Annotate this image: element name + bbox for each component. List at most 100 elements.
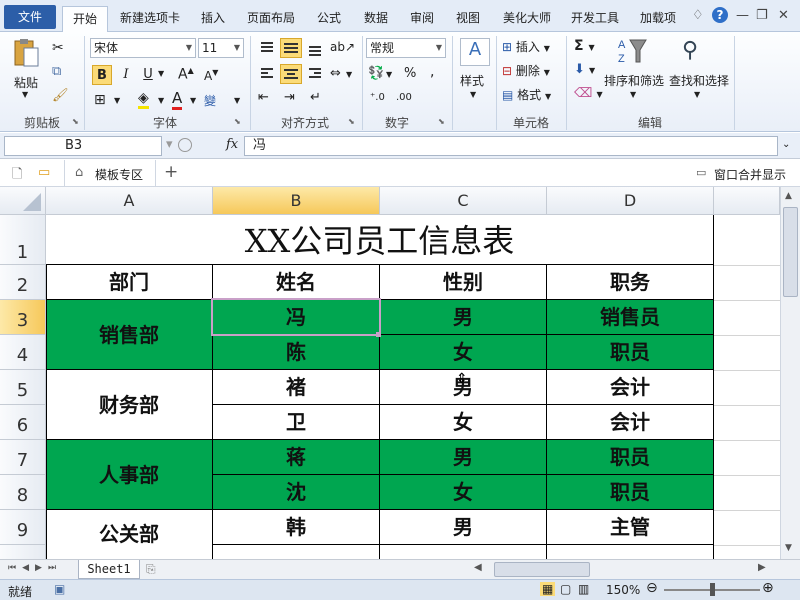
gender-cell[interactable]: 男 xyxy=(380,510,547,545)
horizontal-scroll-thumb[interactable] xyxy=(494,562,590,577)
scroll-right-icon[interactable]: ▶ xyxy=(758,562,766,573)
border-dropdown-icon[interactable]: ▼ xyxy=(114,96,120,105)
gender-cell[interactable]: 女 xyxy=(380,475,547,510)
tab-new-tab[interactable]: 新建选项卡 xyxy=(112,6,188,32)
font-color-dropdown-icon[interactable]: ▼ xyxy=(190,96,196,105)
percent-icon[interactable]: % xyxy=(404,66,416,81)
align-center-icon[interactable] xyxy=(280,64,302,84)
tab-insert[interactable]: 插入 xyxy=(192,6,234,32)
number-format-combo[interactable]: 常规 ▼ xyxy=(366,38,446,58)
insert-sheet-icon[interactable]: ⎘ xyxy=(146,562,156,577)
copy-icon[interactable]: ⧉ xyxy=(52,64,61,79)
orientation-icon[interactable]: ab↗ xyxy=(330,40,355,54)
align-middle-icon[interactable] xyxy=(280,38,302,58)
row-header-1[interactable]: 1 xyxy=(0,215,46,265)
scroll-down-icon[interactable]: ▼ xyxy=(785,543,792,553)
tab-data[interactable]: 数据 xyxy=(356,6,396,32)
vertical-scroll-thumb[interactable] xyxy=(783,207,798,297)
merge-window-button[interactable]: 窗口合并显示 xyxy=(714,166,786,183)
folder-icon[interactable]: ▭ xyxy=(38,165,50,180)
sheet-nav-icons[interactable]: ⏮◀▶⏭ xyxy=(8,563,62,573)
gender-cell[interactable] xyxy=(380,545,547,559)
gender-cell[interactable]: 男 xyxy=(380,300,547,335)
gender-cell[interactable]: 男 xyxy=(380,440,547,475)
sort-filter-button[interactable]: 排序和筛选 xyxy=(604,72,664,89)
department-cell[interactable]: 财务部 xyxy=(46,370,213,440)
accounting-icon[interactable]: 💱 xyxy=(368,66,384,81)
macro-record-icon[interactable]: ▣ xyxy=(54,582,65,596)
help-icon[interactable]: ? xyxy=(712,7,728,23)
align-left-icon[interactable] xyxy=(258,66,276,80)
role-cell[interactable]: 主管 xyxy=(547,510,714,545)
page-break-view-icon[interactable]: ▥ xyxy=(578,582,589,596)
row-header-5[interactable]: 5 xyxy=(0,370,46,405)
clear-icon[interactable]: ⌫ ▼ xyxy=(574,86,603,101)
row-header-2[interactable]: 2 xyxy=(0,265,46,300)
sort-filter-icon[interactable]: AZ xyxy=(618,36,648,71)
gender-cell[interactable]: 女 xyxy=(380,335,547,370)
border-icon[interactable]: ⊞ xyxy=(94,92,106,108)
role-cell[interactable]: 会计 xyxy=(547,405,714,440)
name-box[interactable]: B3 xyxy=(4,136,162,156)
header-cell-name[interactable]: 姓名 xyxy=(213,265,380,300)
minimize-icon[interactable]: — xyxy=(736,8,749,23)
tab-developer[interactable]: 开发工具 xyxy=(564,6,626,32)
zoom-out-icon[interactable]: ⊖ xyxy=(646,580,658,596)
role-cell[interactable]: 销售员 xyxy=(547,300,714,335)
name-cell[interactable]: 陈 xyxy=(213,335,380,370)
italic-button[interactable]: I xyxy=(116,65,136,85)
fx-icon[interactable]: fx xyxy=(226,137,238,152)
phonetic-icon[interactable]: 變 xyxy=(204,92,216,109)
format-cells-button[interactable]: ▤ 格式 ▼ xyxy=(502,86,551,103)
find-select-button[interactable]: 查找和选择 xyxy=(668,72,730,89)
row-header-9[interactable]: 9 xyxy=(0,510,46,545)
row-header-4[interactable]: 4 xyxy=(0,335,46,370)
name-cell[interactable]: 卫 xyxy=(213,405,380,440)
styles-icon[interactable]: A xyxy=(460,38,490,66)
find-select-dropdown-icon[interactable]: ▼ xyxy=(694,90,700,99)
align-launcher-icon[interactable]: ⬊ xyxy=(348,117,355,126)
merge-center-icon[interactable]: ⇔ xyxy=(330,66,341,81)
align-right-icon[interactable] xyxy=(306,66,324,80)
role-cell[interactable]: 职员 xyxy=(547,440,714,475)
styles-button[interactable]: 样式 xyxy=(460,72,484,89)
phonetic-dropdown-icon[interactable]: ▼ xyxy=(234,96,240,105)
tab-addins[interactable]: 加载项 xyxy=(632,6,684,32)
paste-dropdown-icon[interactable]: ▼ xyxy=(22,90,28,99)
format-painter-icon[interactable]: 🖌 xyxy=(52,88,69,103)
paste-icon[interactable] xyxy=(10,38,44,67)
window-merge-icon[interactable]: ▭ xyxy=(696,166,706,179)
expand-formula-bar-icon[interactable]: ⌄ xyxy=(782,139,790,150)
number-launcher-icon[interactable]: ⬊ xyxy=(438,117,445,126)
increase-indent-icon[interactable]: ⇥ xyxy=(284,90,295,105)
font-color-icon[interactable]: A xyxy=(172,89,183,110)
grow-font-icon[interactable]: A▲ xyxy=(178,66,194,83)
underline-button[interactable]: U xyxy=(138,65,158,85)
font-name-combo[interactable]: 宋体 ▼ xyxy=(90,38,196,58)
row-header-7[interactable]: 7 xyxy=(0,440,46,475)
zoom-slider-thumb[interactable] xyxy=(710,583,715,596)
increase-decimal-icon[interactable]: ⁺.0 xyxy=(370,92,385,103)
autosum-icon[interactable]: Σ ▼ xyxy=(574,38,595,54)
name-cell[interactable] xyxy=(213,545,380,559)
header-cell-gender[interactable]: 性别 xyxy=(380,265,547,300)
paste-button[interactable]: 粘贴 xyxy=(14,74,38,91)
wrap-text-icon[interactable]: ↵ xyxy=(310,90,321,105)
scroll-left-icon[interactable]: ◀ xyxy=(474,562,482,573)
row-header-6[interactable]: 6 xyxy=(0,405,46,440)
new-document-icon[interactable]: 🗋 xyxy=(12,165,22,187)
department-cell[interactable]: 公关部 xyxy=(46,510,213,559)
tab-beautify[interactable]: 美化大师 xyxy=(494,6,560,32)
tab-view[interactable]: 视图 xyxy=(448,6,488,32)
row-header-10[interactable] xyxy=(0,545,46,559)
merge-dropdown-icon[interactable]: ▼ xyxy=(346,70,352,79)
underline-dropdown-icon[interactable]: ▼ xyxy=(158,69,164,78)
name-cell[interactable]: 沈 xyxy=(213,475,380,510)
zoom-in-icon[interactable]: ⊕ xyxy=(762,580,774,596)
normal-view-icon[interactable]: ▦ xyxy=(540,582,556,596)
page-layout-view-icon[interactable]: ▢ xyxy=(560,582,571,596)
clipboard-launcher-icon[interactable]: ⬊ xyxy=(72,117,79,126)
select-all-corner[interactable] xyxy=(0,187,46,215)
comma-icon[interactable]: , xyxy=(430,64,434,80)
formula-input[interactable]: 冯 xyxy=(244,136,778,156)
